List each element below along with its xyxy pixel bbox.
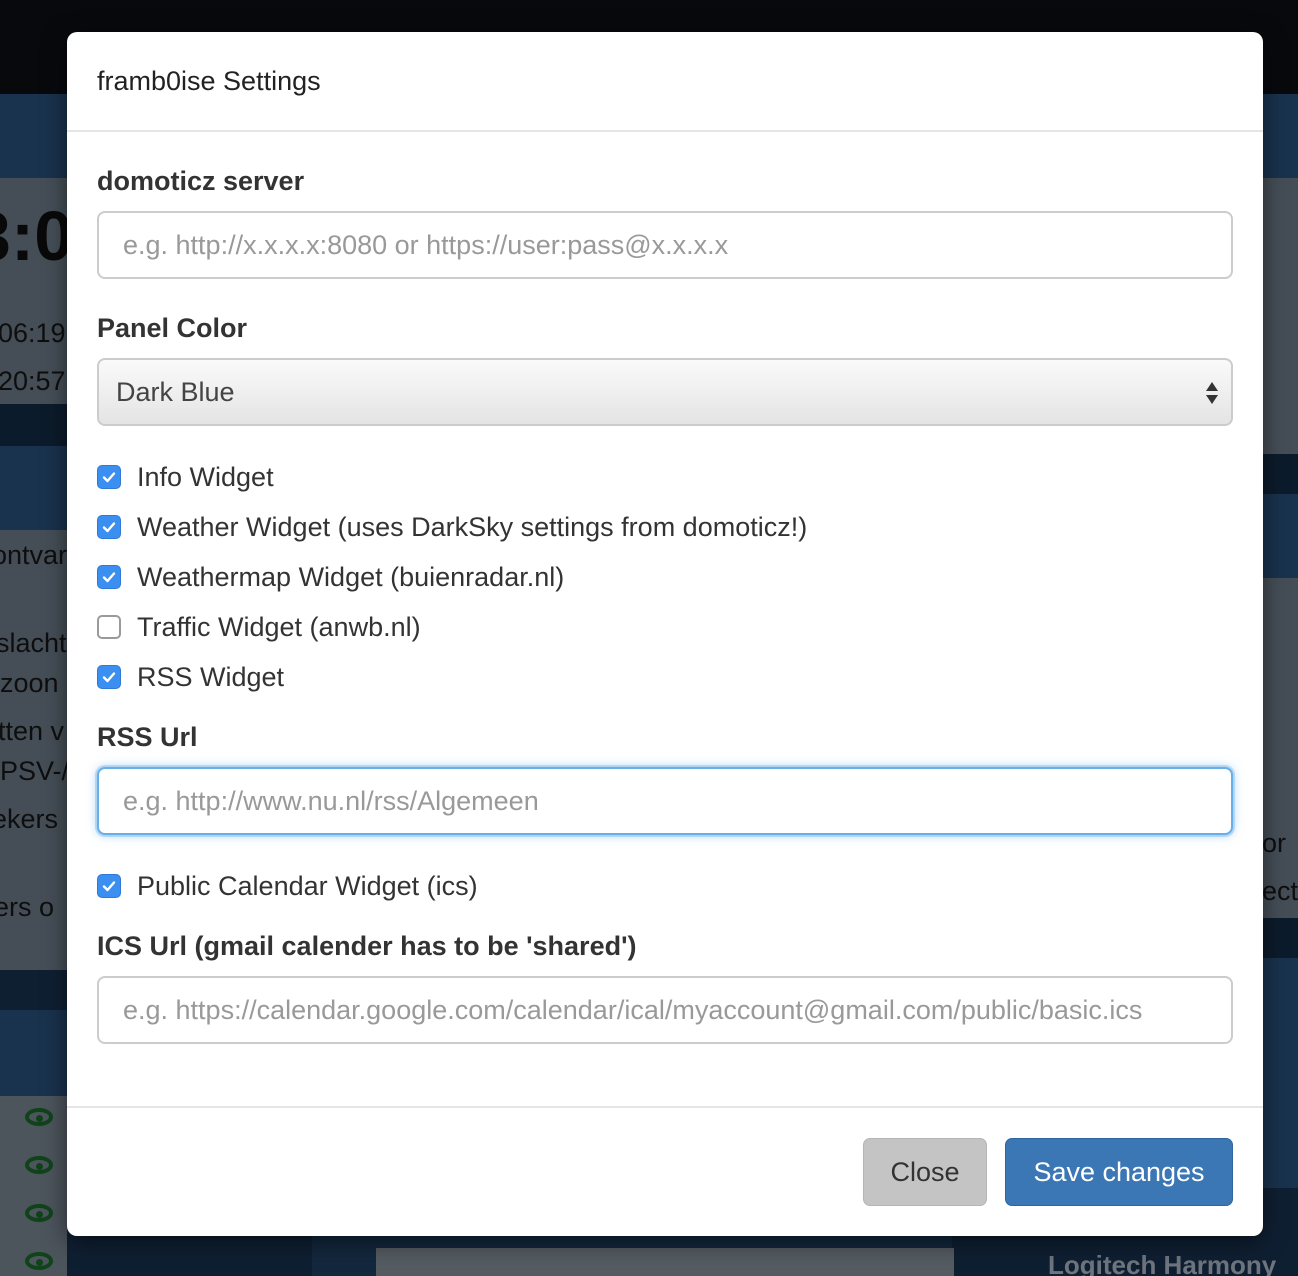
- checkmark-icon: [102, 672, 116, 683]
- weather-widget-checkbox[interactable]: [97, 515, 121, 539]
- info-widget-checkbox[interactable]: [97, 465, 121, 489]
- traffic-widget-option[interactable]: Traffic Widget (anwb.nl): [97, 602, 1233, 652]
- close-button[interactable]: Close: [863, 1138, 987, 1206]
- weathermap-widget-label: Weathermap Widget (buienradar.nl): [137, 561, 565, 592]
- server-url-input[interactable]: [97, 211, 1233, 279]
- rss-widget-checkbox[interactable]: [97, 665, 121, 689]
- server-label: domoticz server: [97, 166, 305, 196]
- modal-title: framb0ise Settings: [97, 66, 321, 96]
- rss-widget-label: RSS Widget: [137, 661, 285, 692]
- weather-widget-option[interactable]: Weather Widget (uses DarkSky settings fr…: [97, 502, 1233, 552]
- modal-footer: Close Save changes: [67, 1106, 1263, 1236]
- select-arrows-icon: [1206, 382, 1218, 404]
- modal-header: framb0ise Settings: [67, 32, 1263, 132]
- info-widget-label: Info Widget: [137, 461, 274, 492]
- traffic-widget-checkbox[interactable]: [97, 615, 121, 639]
- rss-url-input[interactable]: [97, 767, 1233, 835]
- modal-body: domoticz server Panel Color Dark Blue In…: [67, 132, 1263, 1044]
- checkmark-icon: [102, 572, 116, 583]
- settings-modal: framb0ise Settings domoticz server Panel…: [67, 32, 1263, 1236]
- calendar-widget-label: Public Calendar Widget (ics): [137, 870, 478, 901]
- panel-color-label: Panel Color: [97, 313, 248, 343]
- info-widget-option[interactable]: Info Widget: [97, 452, 1233, 502]
- weathermap-widget-option[interactable]: Weathermap Widget (buienradar.nl): [97, 552, 1233, 602]
- ics-url-input[interactable]: [97, 976, 1233, 1044]
- weathermap-widget-checkbox[interactable]: [97, 565, 121, 589]
- widget-checkbox-list: Info Widget Weather Widget (uses DarkSky…: [97, 452, 1233, 702]
- ics-url-label: ICS Url (gmail calender has to be 'share…: [97, 931, 637, 961]
- checkmark-icon: [102, 472, 116, 483]
- save-changes-button[interactable]: Save changes: [1005, 1138, 1233, 1206]
- weather-widget-label: Weather Widget (uses DarkSky settings fr…: [137, 511, 808, 542]
- panel-color-selected-value: Dark Blue: [116, 376, 235, 407]
- panel-color-select[interactable]: Dark Blue: [97, 358, 1233, 426]
- checkmark-icon: [102, 522, 116, 533]
- traffic-widget-label: Traffic Widget (anwb.nl): [137, 611, 421, 642]
- calendar-widget-checkbox[interactable]: [97, 874, 121, 898]
- checkmark-icon: [102, 881, 116, 892]
- rss-url-label: RSS Url: [97, 722, 198, 752]
- calendar-widget-option[interactable]: Public Calendar Widget (ics): [97, 861, 1233, 911]
- rss-widget-option[interactable]: RSS Widget: [97, 652, 1233, 702]
